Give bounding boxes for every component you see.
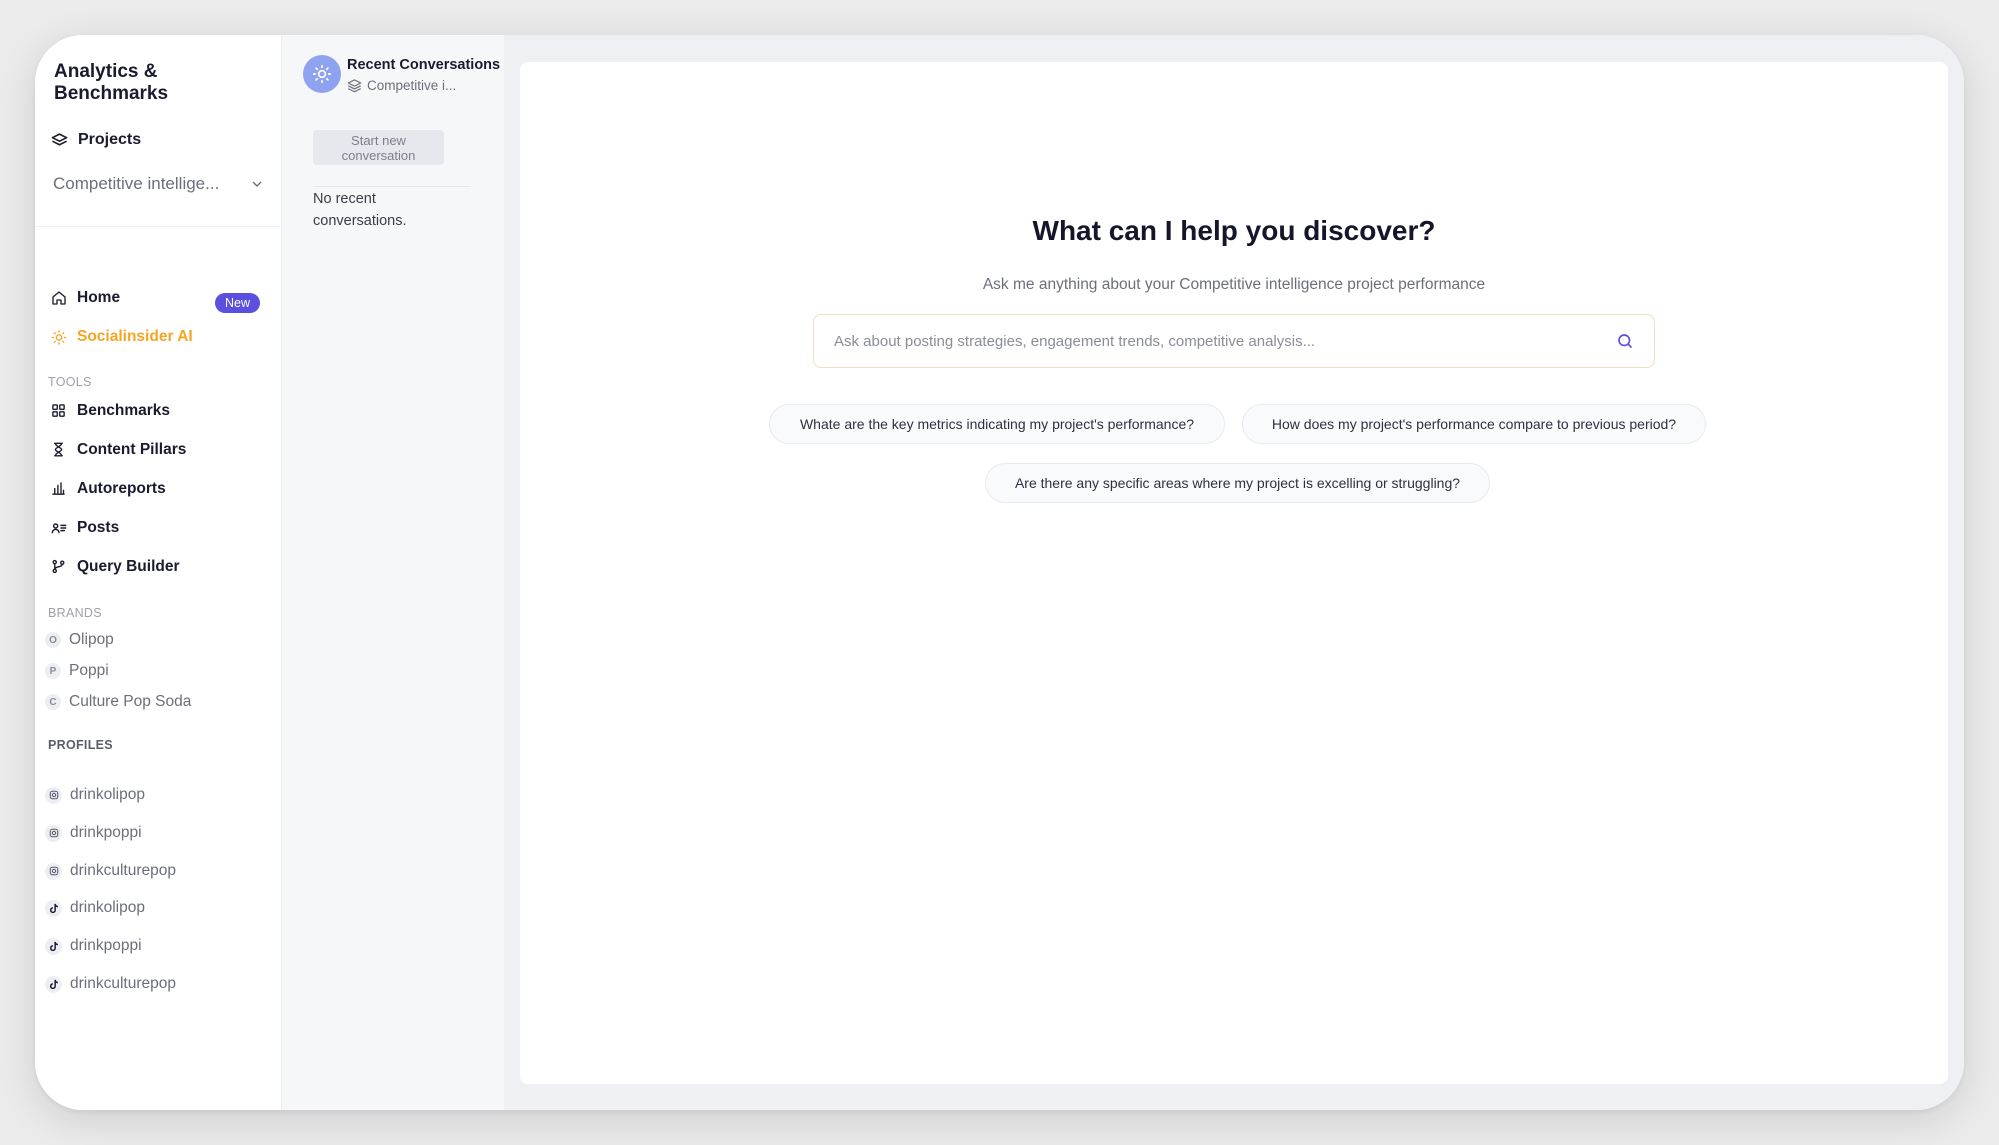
section-label-profiles: PROFILES bbox=[48, 738, 113, 752]
sidebar-item-content-pillars[interactable]: Content Pillars bbox=[51, 441, 186, 459]
sidebar-item-label: Home bbox=[77, 289, 121, 306]
conversations-title: Recent Conversations bbox=[347, 57, 501, 73]
sidebar-item-label: Benchmarks bbox=[77, 402, 171, 419]
user-list-icon bbox=[51, 520, 67, 536]
sidebar-item-benchmarks[interactable]: Benchmarks bbox=[51, 402, 170, 420]
suggestion-chip[interactable]: Whate are the key metrics indicating my … bbox=[769, 404, 1225, 444]
grid-icon bbox=[51, 403, 67, 419]
sidebar-item-query-builder[interactable]: Query Builder bbox=[51, 558, 180, 576]
chevron-down-icon bbox=[249, 176, 265, 192]
ai-avatar bbox=[303, 55, 341, 93]
app-window: Analytics & Benchmarks Projects Competit… bbox=[35, 35, 1964, 1110]
instagram-icon bbox=[45, 862, 62, 880]
profile-item[interactable]: drinkolipop bbox=[45, 899, 145, 917]
profile-name: drinkolipop bbox=[70, 786, 145, 803]
main-area: What can I help you discover? Ask me any… bbox=[504, 35, 1964, 1110]
main-card: What can I help you discover? Ask me any… bbox=[520, 62, 1948, 1084]
layers-icon bbox=[347, 78, 362, 93]
search-box bbox=[813, 314, 1655, 368]
new-badge: New bbox=[215, 293, 261, 313]
brand-avatar: C bbox=[45, 694, 61, 710]
section-label-brands: BRANDS bbox=[48, 606, 102, 620]
sidebar-item-autoreports[interactable]: Autoreports bbox=[51, 480, 166, 498]
profile-name: drinkolipop bbox=[70, 899, 145, 916]
tiktok-icon bbox=[45, 937, 62, 955]
profile-name: drinkpoppi bbox=[70, 824, 142, 841]
profile-item[interactable]: drinkpoppi bbox=[45, 824, 142, 842]
sidebar: Analytics & Benchmarks Projects Competit… bbox=[35, 35, 282, 1110]
profile-item[interactable]: drinkpoppi bbox=[45, 937, 142, 955]
brand-name: Culture Pop Soda bbox=[69, 693, 192, 710]
app-title: Analytics & Benchmarks bbox=[54, 61, 169, 104]
start-new-conversation-button[interactable]: Start new conversation bbox=[313, 130, 444, 165]
section-label-tools: TOOLS bbox=[48, 375, 92, 389]
bar-chart-icon bbox=[51, 481, 67, 497]
sidebar-item-posts[interactable]: Posts bbox=[51, 519, 119, 537]
instagram-icon bbox=[45, 824, 62, 842]
profile-name: drinkpoppi bbox=[70, 937, 142, 954]
home-icon bbox=[51, 290, 67, 306]
git-branch-icon bbox=[51, 559, 67, 575]
tiktok-icon bbox=[45, 975, 62, 993]
sun-icon bbox=[312, 64, 332, 84]
tiktok-icon bbox=[45, 899, 62, 917]
suggestion-chip[interactable]: Are there any specific areas where my pr… bbox=[985, 463, 1490, 503]
instagram-icon bbox=[45, 786, 62, 804]
sidebar-divider bbox=[35, 226, 282, 227]
sidebar-item-label: Content Pillars bbox=[77, 441, 187, 458]
conversations-project: Competitive i... bbox=[347, 78, 456, 93]
profile-item[interactable]: drinkculturepop bbox=[45, 975, 176, 993]
brand-name: Olipop bbox=[69, 631, 114, 648]
projects-label: Projects bbox=[78, 131, 142, 148]
profile-item[interactable]: drinkolipop bbox=[45, 786, 145, 804]
profile-name: drinkculturepop bbox=[70, 862, 176, 879]
layers-icon bbox=[51, 132, 68, 149]
project-select-value: Competitive intellige... bbox=[53, 174, 220, 193]
sidebar-item-label: Autoreports bbox=[77, 480, 166, 497]
suggestion-chip[interactable]: How does my project's performance compar… bbox=[1242, 404, 1706, 444]
sidebar-item-home[interactable]: Home bbox=[51, 289, 120, 307]
search-input[interactable] bbox=[834, 332, 1614, 350]
projects-link[interactable]: Projects bbox=[51, 131, 141, 149]
conversations-project-name: Competitive i... bbox=[367, 78, 457, 93]
brand-item[interactable]: C Culture Pop Soda bbox=[45, 693, 191, 711]
sidebar-item-socialinsider-ai[interactable]: Socialinsider AI bbox=[51, 328, 193, 346]
empty-state-text: No recent conversations. bbox=[313, 191, 407, 229]
search-icon[interactable] bbox=[1614, 330, 1636, 352]
page-title: What can I help you discover? bbox=[1032, 215, 1436, 246]
conversations-divider bbox=[313, 186, 471, 187]
conversations-panel: Recent Conversations Competitive i... St… bbox=[282, 35, 504, 1110]
profile-item[interactable]: drinkculturepop bbox=[45, 862, 176, 880]
brand-avatar: P bbox=[45, 663, 61, 679]
sidebar-item-label: Query Builder bbox=[77, 558, 180, 575]
page-subtitle: Ask me anything about your Competitive i… bbox=[982, 276, 1486, 293]
brand-item[interactable]: O Olipop bbox=[45, 631, 114, 649]
brand-avatar: O bbox=[45, 632, 61, 648]
sun-icon bbox=[51, 329, 67, 345]
project-select[interactable]: Competitive intellige... bbox=[53, 174, 265, 194]
sidebar-item-label: Posts bbox=[77, 519, 120, 536]
brand-name: Poppi bbox=[69, 662, 109, 679]
sidebar-item-label: Socialinsider AI bbox=[77, 328, 193, 345]
hourglass-icon bbox=[51, 442, 67, 458]
profile-name: drinkculturepop bbox=[70, 975, 176, 992]
brand-item[interactable]: P Poppi bbox=[45, 662, 109, 680]
